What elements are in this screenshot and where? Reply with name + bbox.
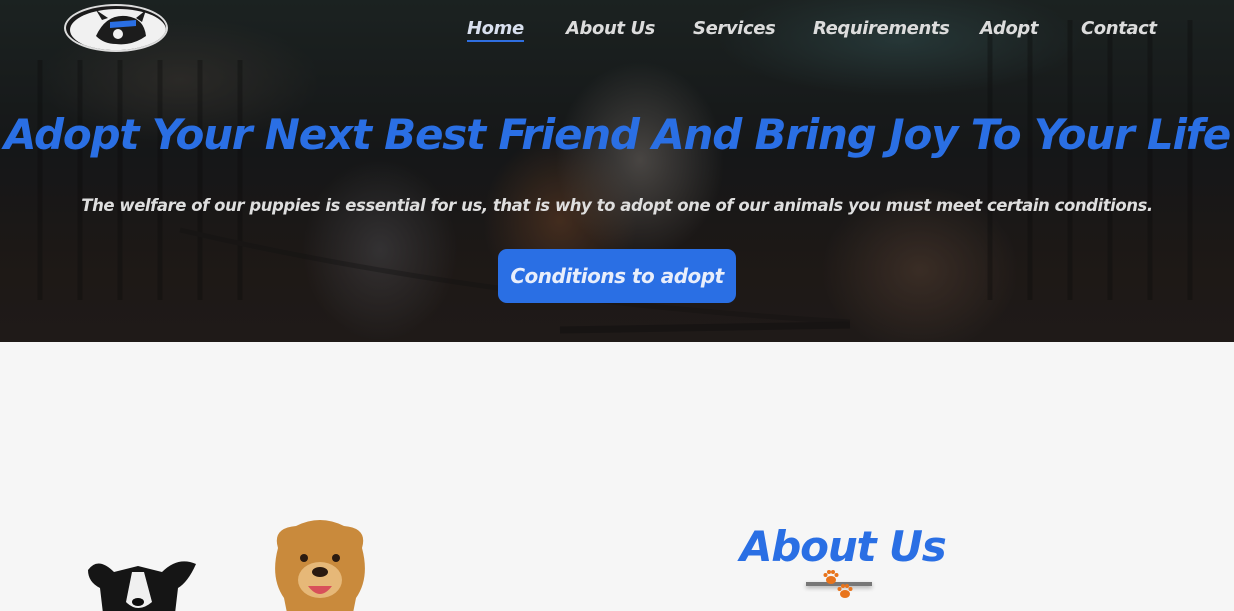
nav-requirements[interactable]: Requirements xyxy=(813,18,950,39)
nav-about-us[interactable]: About Us xyxy=(566,18,655,39)
paw-print-icon xyxy=(837,584,853,598)
hero-subtitle: The welfare of our puppies is essential … xyxy=(81,196,1153,215)
hero-section: Home About Us Services Requirements Adop… xyxy=(0,0,1234,342)
nav-contact[interactable]: Contact xyxy=(1081,18,1157,39)
about-section: About Us xyxy=(0,342,1234,611)
nav-home[interactable]: Home xyxy=(467,18,524,42)
border-collie-image xyxy=(88,561,196,611)
nav-adopt[interactable]: Adopt xyxy=(980,18,1039,39)
golden-retriever-image xyxy=(275,520,365,611)
hero-title: Adopt Your Next Best Friend And Bring Jo… xyxy=(3,110,1231,159)
main-navigation: Home About Us Services Requirements Adop… xyxy=(0,18,1234,46)
nav-services[interactable]: Services xyxy=(693,18,776,39)
about-us-title: About Us xyxy=(740,522,947,571)
conditions-to-adopt-button[interactable]: Conditions to adopt xyxy=(498,249,736,303)
